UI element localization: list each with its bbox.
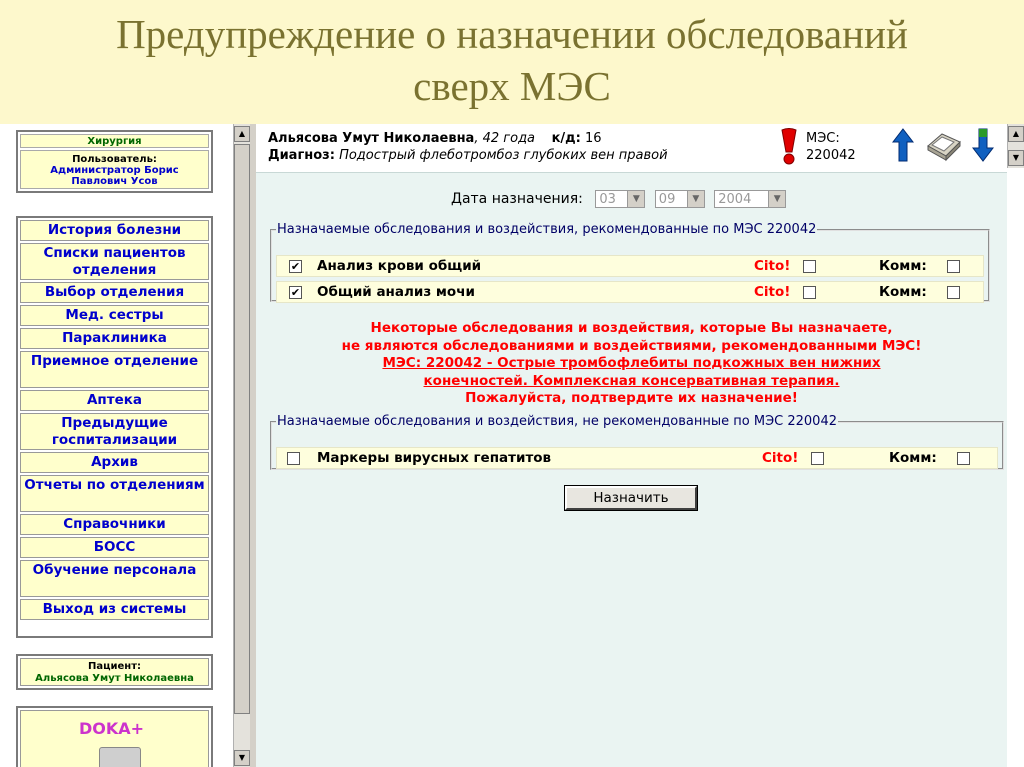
main-scrollbar[interactable]: ▲ ▼ — [1007, 124, 1024, 168]
header-kd-label: к/д: — [551, 131, 581, 146]
cito-checkbox[interactable] — [811, 452, 824, 465]
menu-item-paraclinic[interactable]: Параклиника — [20, 328, 209, 349]
scroll-thumb[interactable] — [234, 144, 250, 714]
exam-label: Общий анализ мочи — [317, 284, 475, 300]
patient-label: Пациент: — [87, 661, 142, 672]
komm-checkbox[interactable] — [957, 452, 970, 465]
header-patient-name: Альясова Умут Николаевна — [268, 131, 475, 146]
menu-item-archive[interactable]: Архив — [20, 452, 209, 473]
komm-checkbox[interactable] — [947, 286, 960, 299]
logo-panel: DOKA+ — [16, 706, 213, 767]
user-info: Пользователь: Администратор Борис Павлов… — [20, 150, 209, 189]
menu-item-references[interactable]: Справочники — [20, 514, 209, 535]
day-select[interactable]: 03 ▼ — [595, 190, 646, 208]
komm-checkbox[interactable] — [947, 260, 960, 273]
assign-button[interactable]: Назначить — [565, 486, 697, 510]
table-row: ✔ Анализ крови общий Cito! Комм: — [276, 255, 984, 277]
menu-item-staff-training[interactable]: Обучение персонала — [20, 560, 209, 597]
select-checkbox[interactable]: ✔ — [289, 260, 302, 273]
diagnosis-value: Подострый флеботромбоз глубоких вен прав… — [339, 148, 668, 163]
warning-line-4: конечностей. Комплексная консервативная … — [423, 372, 840, 389]
menu-item-boss[interactable]: БОСС — [20, 537, 209, 558]
day-value: 03 — [599, 192, 616, 207]
warning-line-5: Пожалуйста, подтвердите их назначение! — [465, 390, 798, 406]
cito-label: Cito! — [762, 450, 799, 466]
not-recommended-fieldset: Назначаемые обследования и воздействия, … — [270, 414, 1004, 470]
mes-label: МЭС: — [806, 131, 840, 146]
scroll-down-button[interactable]: ▼ — [1008, 150, 1024, 166]
select-checkbox[interactable]: ✔ — [289, 286, 302, 299]
menu-item-previous-hospitalizations[interactable]: Предыдущие госпитализации — [20, 413, 209, 450]
sidebar-menu: История болезни Списки пациентов отделен… — [16, 216, 213, 638]
cito-label: Cito! — [754, 284, 791, 300]
patient-header: Альясова Умут Николаевна, 42 года к/д: 1… — [256, 124, 1007, 173]
year-select[interactable]: 2004 ▼ — [714, 190, 787, 208]
table-row: Маркеры вирусных гепатитов Cito! Комм: — [276, 447, 998, 469]
cito-checkbox[interactable] — [803, 286, 816, 299]
doka-logo: DOKA+ — [79, 719, 145, 738]
chevron-down-icon: ▼ — [627, 191, 645, 207]
user-panel: Хирургия Пользователь: Администратор Бор… — [16, 130, 213, 193]
menu-item-pharmacy[interactable]: Аптека — [20, 390, 209, 411]
app-screen: Хирургия Пользователь: Администратор Бор… — [0, 124, 1024, 767]
arrow-down-icon[interactable] — [972, 128, 994, 162]
slide-title-line-1: Предупреждение о назначении обследований — [116, 11, 908, 57]
menu-item-patient-lists[interactable]: Списки пациентов отделения — [20, 243, 209, 280]
menu-item-logout[interactable]: Выход из системы — [20, 599, 209, 620]
printer-icon[interactable] — [922, 128, 964, 162]
exam-label: Маркеры вирусных гепатитов — [317, 450, 552, 466]
patient-panel: Пациент: Альясова Умут Николаевна — [16, 654, 213, 690]
patient-name: Альясова Умут Николаевна — [35, 673, 194, 684]
menu-item-department-reports[interactable]: Отчеты по отделениям — [20, 475, 209, 512]
komm-label: Комм: — [879, 284, 927, 300]
cito-checkbox[interactable] — [803, 260, 816, 273]
chevron-down-icon: ▼ — [768, 191, 786, 207]
komm-label: Комм: — [879, 258, 927, 274]
table-row: ✔ Общий анализ мочи Cito! Комм: — [276, 281, 984, 303]
scroll-down-button[interactable]: ▼ — [234, 750, 250, 766]
warning-icon — [781, 128, 797, 165]
chevron-down-icon: ▼ — [686, 191, 704, 207]
mes-warning-message: Некоторые обследования и воздействия, ко… — [256, 320, 1007, 408]
slide-title: Предупреждение о назначении обследований… — [0, 0, 1024, 124]
user-label: Пользователь: — [72, 154, 157, 165]
user-name-line-2: Павлович Усов — [71, 176, 158, 187]
sidebar: Хирургия Пользователь: Администратор Бор… — [0, 124, 233, 767]
slide-title-line-2: сверх МЭС — [413, 63, 611, 109]
komm-label: Комм: — [889, 450, 937, 466]
department-label: Хирургия — [20, 134, 209, 148]
select-checkbox[interactable] — [287, 452, 300, 465]
scroll-up-button[interactable]: ▲ — [1008, 126, 1024, 142]
mes-code: 220042 — [806, 148, 856, 163]
warning-line-1: Некоторые обследования и воздействия, ко… — [370, 320, 893, 336]
menu-item-nurses[interactable]: Мед. сестры — [20, 305, 209, 326]
recommended-legend: Назначаемые обследования и воздействия, … — [277, 222, 817, 237]
arrow-up-icon[interactable] — [892, 128, 914, 162]
warning-line-3: МЭС: 220042 - Острые тромбофлебиты подко… — [382, 355, 881, 371]
menu-item-select-department[interactable]: Выбор отделения — [20, 282, 209, 303]
menu-item-history[interactable]: История болезни — [20, 220, 209, 241]
month-value: 09 — [658, 192, 676, 207]
year-value: 2004 — [718, 192, 752, 207]
not-recommended-legend: Назначаемые обследования и воздействия, … — [277, 414, 837, 429]
recommended-fieldset: Назначаемые обследования и воздействия, … — [270, 222, 990, 303]
exam-label: Анализ крови общий — [317, 258, 482, 274]
header-line-2: Диагноз: Подострый флеботромбоз глубоких… — [268, 148, 668, 163]
header-line-1: Альясова Умут Николаевна, 42 года к/д: 1… — [268, 131, 602, 146]
warning-line-2: не являются обследованиями и воздействия… — [341, 337, 922, 354]
menu-item-admission[interactable]: Приемное отделение — [20, 351, 209, 388]
sidebar-scrollbar[interactable]: ▲ ▼ — [233, 124, 250, 767]
date-row: Дата назначения: 03 ▼ 09 ▼ 2004 ▼ — [451, 190, 791, 208]
diagnosis-label: Диагноз: — [268, 148, 335, 163]
date-label: Дата назначения: — [451, 191, 583, 207]
user-name-line-1: Администратор Борис — [50, 165, 179, 176]
main-content: Альясова Умут Николаевна, 42 года к/д: 1… — [256, 124, 1007, 767]
month-select[interactable]: 09 ▼ — [654, 190, 705, 208]
scroll-up-button[interactable]: ▲ — [234, 126, 250, 142]
printer-image — [99, 747, 141, 767]
header-kd-value: 16 — [584, 131, 602, 146]
header-patient-age: , 42 года — [474, 131, 536, 146]
cito-label: Cito! — [754, 258, 791, 274]
